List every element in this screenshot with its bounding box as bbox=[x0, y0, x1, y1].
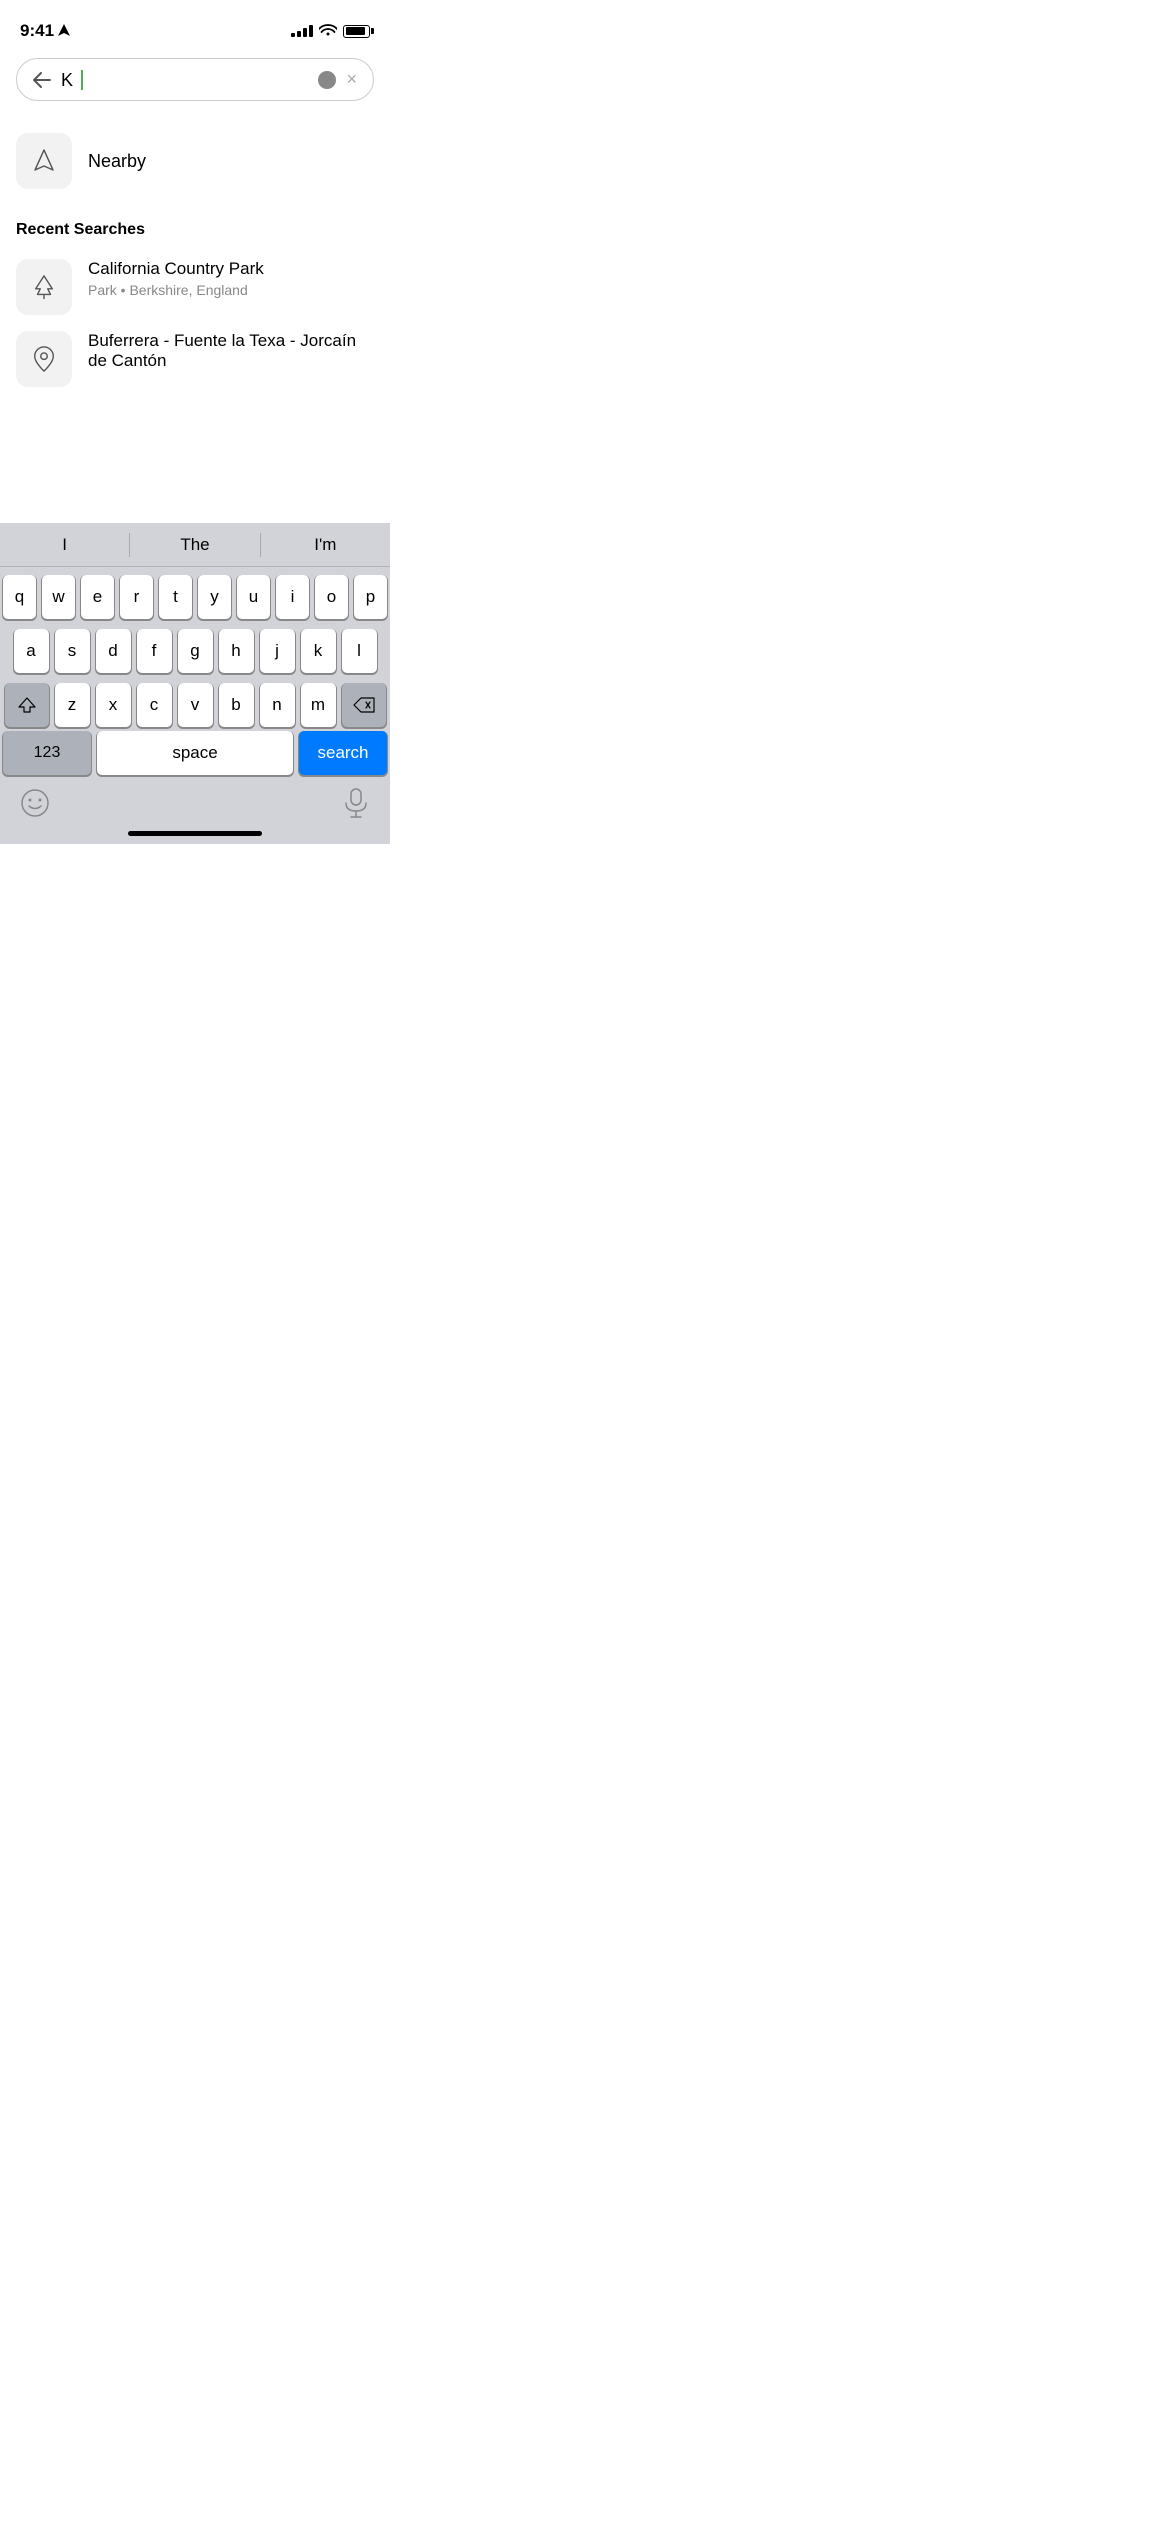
home-bar bbox=[128, 831, 262, 836]
predictive-word-1[interactable]: The bbox=[130, 535, 259, 555]
key-search[interactable]: search bbox=[299, 731, 387, 775]
nearby-item[interactable]: Nearby bbox=[16, 125, 374, 197]
location-arrow-icon bbox=[58, 24, 70, 38]
key-j[interactable]: j bbox=[260, 629, 295, 673]
emoji-button[interactable] bbox=[20, 788, 50, 823]
shift-key[interactable] bbox=[5, 683, 49, 727]
key-l[interactable]: l bbox=[342, 629, 377, 673]
key-t[interactable]: t bbox=[159, 575, 192, 619]
recent-item-0-title: California Country Park bbox=[88, 259, 264, 279]
emoji-icon bbox=[20, 788, 50, 818]
key-n[interactable]: n bbox=[260, 683, 295, 727]
nearby-icon-box bbox=[16, 133, 72, 189]
recent-item-0[interactable]: California Country Park Park • Berkshire… bbox=[16, 251, 374, 323]
key-x[interactable]: x bbox=[96, 683, 131, 727]
mic-icon bbox=[342, 787, 370, 819]
back-button[interactable] bbox=[33, 72, 51, 88]
key-p[interactable]: p bbox=[354, 575, 387, 619]
key-row-1: q w e r t y u i o p bbox=[3, 575, 387, 619]
delete-icon bbox=[353, 697, 375, 713]
key-y[interactable]: y bbox=[198, 575, 231, 619]
keyboard-bottom-row: 123 space search bbox=[0, 731, 390, 779]
search-text-value: K bbox=[61, 71, 73, 89]
signal-bars-icon bbox=[291, 25, 313, 37]
search-input[interactable]: K bbox=[61, 70, 308, 90]
key-k[interactable]: k bbox=[301, 629, 336, 673]
location-icon-box bbox=[16, 331, 72, 387]
key-w[interactable]: w bbox=[42, 575, 75, 619]
battery-icon bbox=[343, 25, 370, 38]
status-icons bbox=[291, 22, 370, 41]
key-z[interactable]: z bbox=[55, 683, 90, 727]
recent-searches-header: Recent Searches bbox=[16, 221, 374, 239]
search-mic-icon bbox=[318, 71, 336, 89]
recent-searches-section: Recent Searches California Country Park … bbox=[0, 205, 390, 403]
key-d[interactable]: d bbox=[96, 629, 131, 673]
key-b[interactable]: b bbox=[219, 683, 254, 727]
key-u[interactable]: u bbox=[237, 575, 270, 619]
predictive-word-0[interactable]: I bbox=[0, 535, 129, 555]
tree-icon bbox=[31, 274, 57, 300]
predictive-word-2[interactable]: I'm bbox=[261, 535, 390, 555]
key-s[interactable]: s bbox=[55, 629, 90, 673]
key-i[interactable]: i bbox=[276, 575, 309, 619]
status-time: 9:41 bbox=[20, 21, 70, 41]
key-q[interactable]: q bbox=[3, 575, 36, 619]
wifi-icon bbox=[319, 22, 337, 41]
key-e[interactable]: e bbox=[81, 575, 114, 619]
recent-item-1[interactable]: Buferrera - Fuente la Texa - Jorcaín de … bbox=[16, 323, 374, 395]
nearby-label: Nearby bbox=[88, 151, 146, 172]
emoji-mic-bar bbox=[0, 779, 390, 831]
mic-button[interactable] bbox=[342, 787, 370, 824]
search-bar[interactable]: K × bbox=[16, 58, 374, 101]
search-bar-container: K × bbox=[0, 48, 390, 117]
search-cursor bbox=[81, 70, 83, 90]
key-f[interactable]: f bbox=[137, 629, 172, 673]
key-a[interactable]: a bbox=[14, 629, 49, 673]
recent-item-1-text: Buferrera - Fuente la Texa - Jorcaín de … bbox=[88, 331, 374, 371]
keyboard: I The I'm q w e r t y u i o p a s d f g … bbox=[0, 523, 390, 844]
key-row-2: a s d f g h j k l bbox=[3, 629, 387, 673]
predictive-bar: I The I'm bbox=[0, 523, 390, 567]
delete-key[interactable] bbox=[342, 683, 386, 727]
key-space[interactable]: space bbox=[97, 731, 293, 775]
pin-icon bbox=[31, 346, 57, 372]
park-icon-box bbox=[16, 259, 72, 315]
key-v[interactable]: v bbox=[178, 683, 213, 727]
nearby-section: Nearby bbox=[0, 117, 390, 205]
search-clear-button[interactable]: × bbox=[346, 69, 357, 90]
key-r[interactable]: r bbox=[120, 575, 153, 619]
key-o[interactable]: o bbox=[315, 575, 348, 619]
recent-item-1-title: Buferrera - Fuente la Texa - Jorcaín de … bbox=[88, 331, 374, 371]
key-h[interactable]: h bbox=[219, 629, 254, 673]
shift-icon bbox=[18, 696, 36, 714]
recent-item-0-subtitle: Park • Berkshire, England bbox=[88, 282, 264, 298]
key-g[interactable]: g bbox=[178, 629, 213, 673]
navigation-icon bbox=[31, 148, 57, 174]
home-indicator bbox=[0, 831, 390, 844]
key-row-3: z x c v b n m bbox=[3, 683, 387, 727]
keyboard-rows: q w e r t y u i o p a s d f g h j k l bbox=[0, 567, 390, 731]
recent-item-0-text: California Country Park Park • Berkshire… bbox=[88, 259, 264, 298]
key-123[interactable]: 123 bbox=[3, 731, 91, 775]
key-c[interactable]: c bbox=[137, 683, 172, 727]
status-bar: 9:41 bbox=[0, 0, 390, 48]
key-m[interactable]: m bbox=[301, 683, 336, 727]
